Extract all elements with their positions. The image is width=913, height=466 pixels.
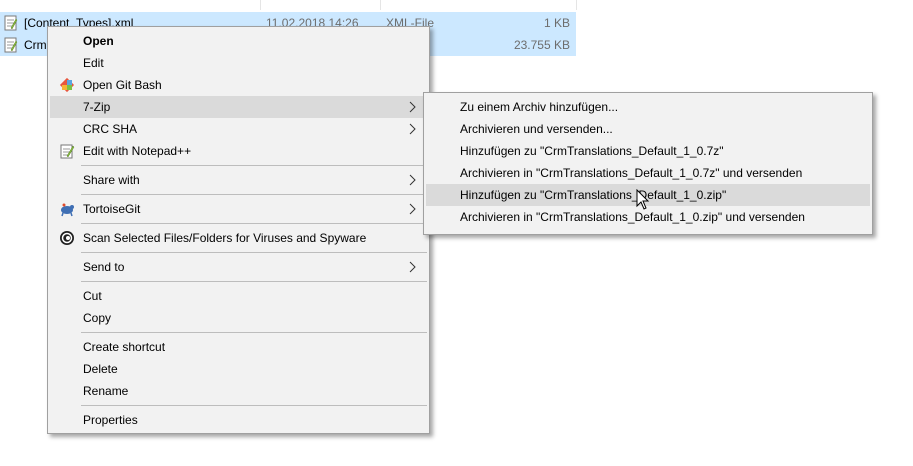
menu-item-scan-viruses[interactable]: Scan Selected Files/Folders for Viruses … <box>50 227 427 249</box>
submenu-item-label: Hinzufügen zu "CrmTranslations_Default_1… <box>460 188 727 202</box>
notepad-plus-plus-icon <box>60 144 75 159</box>
submenu-item-add-to-7z[interactable]: Hinzufügen zu "CrmTranslations_Default_1… <box>426 140 870 162</box>
submenu-item-label: Archivieren in "CrmTranslations_Default_… <box>460 210 805 224</box>
zip-submenu: Zu einem Archiv hinzufügen... Archiviere… <box>423 92 873 235</box>
menu-item-label: Share with <box>83 173 140 187</box>
menu-item-label: Properties <box>83 413 138 427</box>
column-separator <box>380 0 381 10</box>
chevron-right-icon <box>409 203 416 215</box>
menu-separator <box>81 194 427 195</box>
menu-separator <box>81 281 427 282</box>
menu-item-label: Open Git Bash <box>83 78 162 92</box>
menu-item-create-shortcut[interactable]: Create shortcut <box>50 336 427 358</box>
context-menu: Open Edit Open Git Bash 7-Zip CRC SHA Ed… <box>47 26 430 434</box>
menu-item-rename[interactable]: Rename <box>50 380 427 402</box>
menu-item-properties[interactable]: Properties <box>50 409 427 431</box>
file-name[interactable]: Crm <box>24 38 47 52</box>
menu-item-label: Cut <box>83 289 102 303</box>
menu-item-edit-with-notepad[interactable]: Edit with Notepad++ <box>50 140 427 162</box>
tortoisegit-icon <box>61 203 74 217</box>
menu-separator <box>81 252 427 253</box>
menu-item-label: Delete <box>83 362 118 376</box>
menu-item-label: Edit <box>83 56 104 70</box>
menu-separator <box>81 405 427 406</box>
submenu-item-archive-7z-and-send[interactable]: Archivieren in "CrmTranslations_Default_… <box>426 162 870 184</box>
xml-file-icon <box>4 15 18 31</box>
menu-item-edit[interactable]: Edit <box>50 52 427 74</box>
submenu-item-label: Archivieren in "CrmTranslations_Default_… <box>460 166 803 180</box>
menu-item-label: 7-Zip <box>83 100 111 114</box>
menu-item-label: Edit with Notepad++ <box>83 144 192 158</box>
chevron-right-icon <box>409 261 416 273</box>
menu-separator <box>81 223 427 224</box>
mouse-cursor-icon <box>636 189 650 210</box>
menu-item-label: Rename <box>83 384 129 398</box>
menu-item-7zip[interactable]: 7-Zip <box>50 96 427 118</box>
menu-item-label: Open <box>83 34 114 48</box>
antivirus-scan-icon <box>60 231 74 245</box>
menu-item-label: TortoiseGit <box>83 202 141 216</box>
menu-item-label: Send to <box>83 260 125 274</box>
column-separator <box>576 0 577 10</box>
menu-item-cut[interactable]: Cut <box>50 285 427 307</box>
chevron-right-icon <box>409 174 416 186</box>
menu-separator <box>81 165 427 166</box>
zip-file-icon <box>4 37 18 53</box>
menu-item-open-git-bash[interactable]: Open Git Bash <box>50 74 427 96</box>
menu-item-share-with[interactable]: Share with <box>50 169 427 191</box>
column-separator <box>260 0 261 10</box>
git-bash-icon <box>59 77 75 93</box>
submenu-item-label: Hinzufügen zu "CrmTranslations_Default_1… <box>460 144 724 158</box>
submenu-item-label: Zu einem Archiv hinzufügen... <box>460 100 619 114</box>
menu-item-label: Copy <box>83 311 112 325</box>
menu-item-send-to[interactable]: Send to <box>50 256 427 278</box>
file-size: 1 KB <box>543 16 570 30</box>
menu-separator <box>81 332 427 333</box>
submenu-item-label: Archivieren und versenden... <box>460 122 613 136</box>
menu-item-label: Scan Selected Files/Folders for Viruses … <box>83 231 367 245</box>
menu-item-copy[interactable]: Copy <box>50 307 427 329</box>
submenu-item-archive-and-send[interactable]: Archivieren und versenden... <box>426 118 870 140</box>
menu-item-crc-sha[interactable]: CRC SHA <box>50 118 427 140</box>
menu-item-delete[interactable]: Delete <box>50 358 427 380</box>
menu-item-open[interactable]: Open <box>50 30 427 52</box>
menu-item-label: CRC SHA <box>83 122 138 136</box>
menu-item-label: Create shortcut <box>83 340 166 354</box>
menu-item-tortoisegit[interactable]: TortoiseGit <box>50 198 427 220</box>
chevron-right-icon <box>409 123 416 135</box>
chevron-right-icon <box>409 101 416 113</box>
file-size: 23.755 KB <box>513 38 570 52</box>
submenu-item-add-to-archive[interactable]: Zu einem Archiv hinzufügen... <box>426 96 870 118</box>
